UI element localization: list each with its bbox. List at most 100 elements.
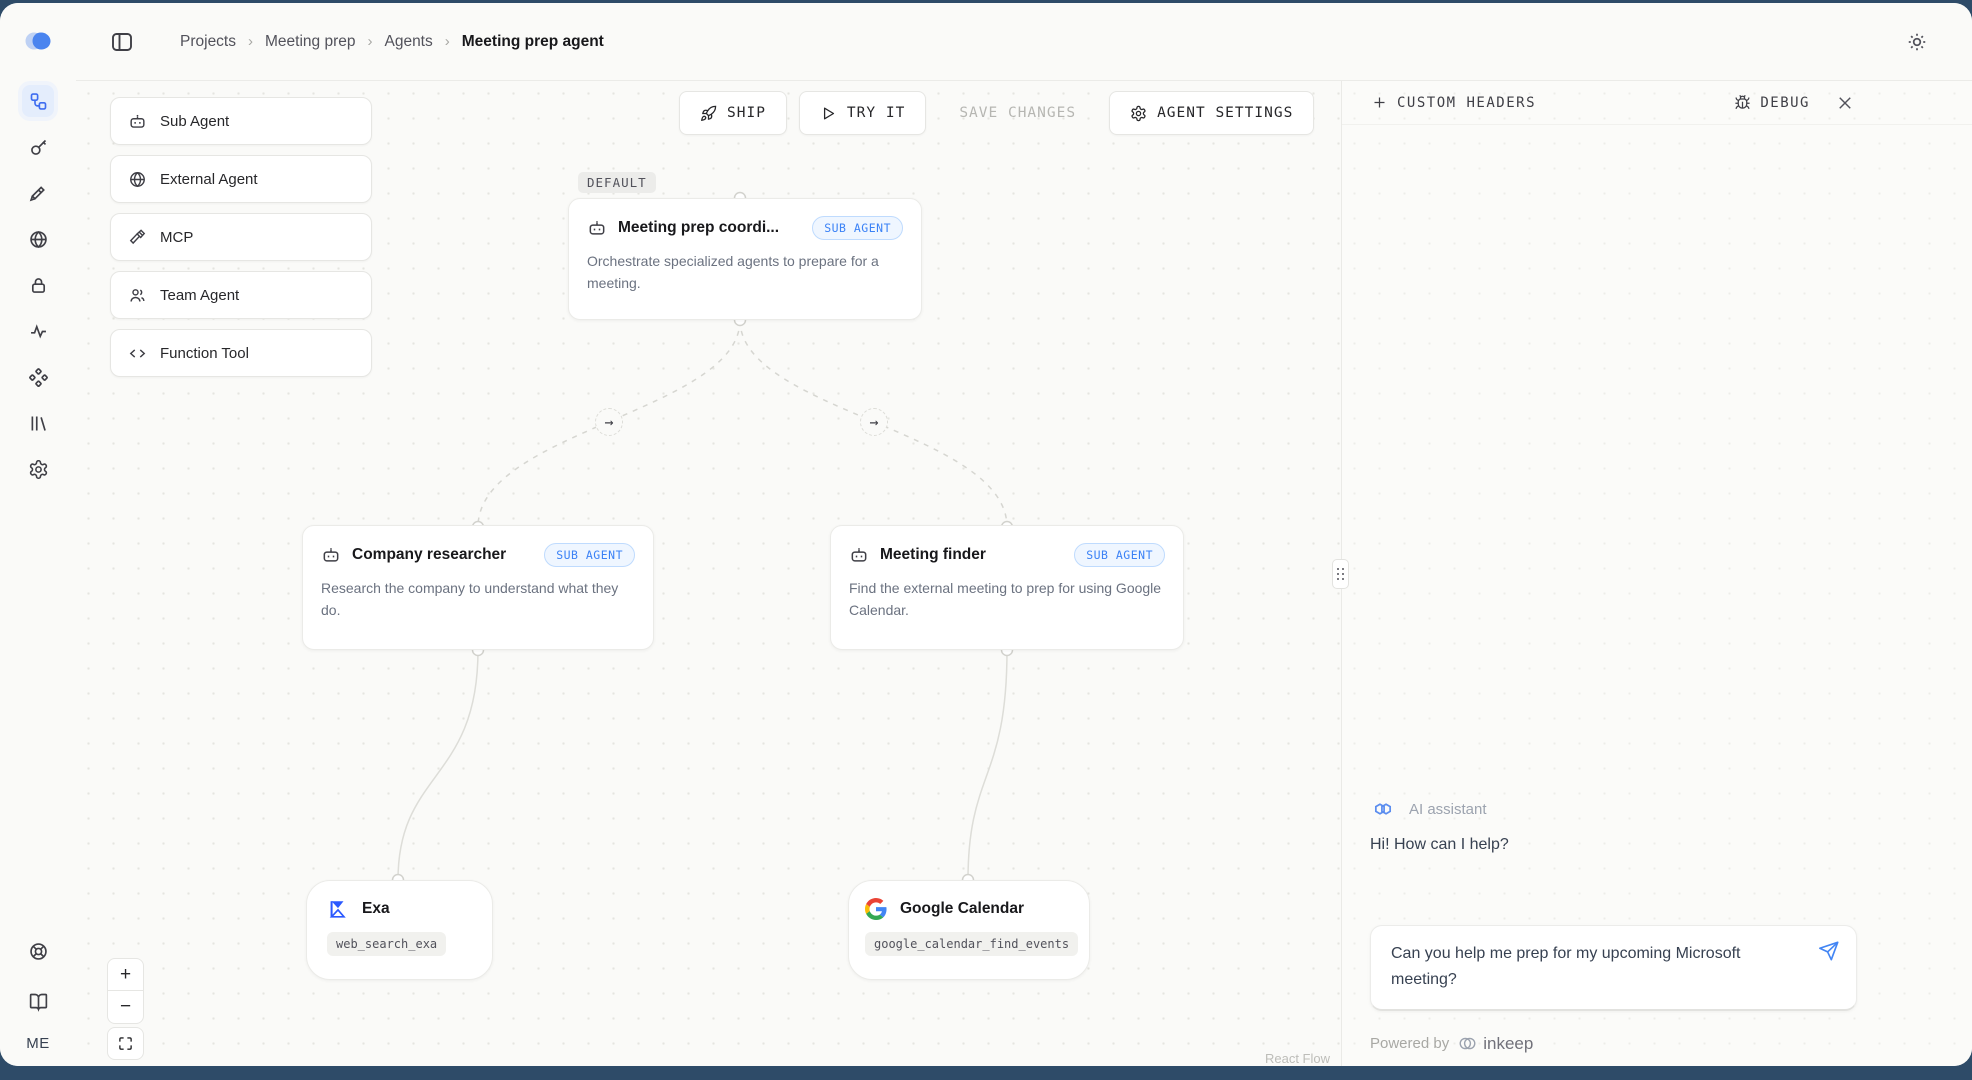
agent-settings-button[interactable]: AGENT SETTINGS: [1109, 91, 1314, 135]
try-it-label: TRY IT: [847, 105, 905, 121]
sidebar-nav: [22, 85, 54, 485]
bot-icon: [587, 218, 607, 238]
chat-panel: CUSTOM HEADERS DEBUG: [1341, 81, 1972, 1066]
sidebar-item-library[interactable]: [22, 407, 54, 439]
tool-name-chip: web_search_exa: [327, 932, 446, 956]
sidebar-item-external[interactable]: [22, 223, 54, 255]
bot-icon: [128, 112, 147, 131]
inkeep-logo: [21, 27, 57, 55]
components-icon: [28, 367, 49, 388]
node-title: Meeting prep coordi...: [618, 219, 801, 237]
sub-agent-badge: SUB AGENT: [544, 543, 635, 567]
react-flow-attribution[interactable]: React Flow: [1265, 1051, 1330, 1066]
breadcrumb-agents[interactable]: Agents: [384, 33, 432, 51]
chat-input-value[interactable]: Can you help me prep for my upcoming Mic…: [1391, 941, 1806, 994]
breadcrumb-project[interactable]: Meeting prep: [265, 33, 355, 51]
node-company-researcher[interactable]: Company researcher SUB AGENT Research th…: [302, 525, 654, 650]
assistant-greeting: Hi! How can I help?: [1370, 836, 1509, 854]
ship-label: SHIP: [727, 105, 766, 121]
save-changes-label: SAVE CHANGES: [959, 105, 1076, 121]
edge-arrow-icon: →: [860, 408, 888, 436]
sidebar-item-credentials[interactable]: [22, 177, 54, 209]
powered-by[interactable]: Powered by inkeep: [1370, 1033, 1533, 1054]
flow-canvas[interactable]: → → Sub Agent External Agent MCP: [76, 81, 1340, 1066]
debug-button[interactable]: DEBUG: [1734, 94, 1810, 111]
custom-headers-label: CUSTOM HEADERS: [1397, 95, 1536, 111]
edge-arrow-icon: →: [595, 408, 623, 436]
sidebar-item-components[interactable]: [22, 361, 54, 393]
palette-item-team-agent[interactable]: Team Agent: [110, 271, 372, 319]
chat-input[interactable]: Can you help me prep for my upcoming Mic…: [1370, 925, 1857, 1011]
breadcrumb-separator: ›: [248, 33, 253, 50]
library-icon: [28, 413, 49, 434]
tool-name-chip: google_calendar_find_events: [865, 932, 1078, 956]
node-meeting-prep-coordinator[interactable]: Meeting prep coordi... SUB AGENT Orchest…: [568, 198, 922, 320]
node-meeting-finder[interactable]: Meeting finder SUB AGENT Find the extern…: [830, 525, 1184, 650]
users-icon: [128, 286, 147, 305]
rocket-icon: [700, 105, 717, 122]
gear-icon: [1130, 105, 1147, 122]
sidebar-item-security[interactable]: [22, 269, 54, 301]
grip-dots-icon: [1337, 568, 1345, 581]
inkeep-assistant-icon: [1370, 796, 1396, 822]
breadcrumb-current: Meeting prep agent: [462, 33, 604, 51]
activity-icon: [28, 321, 49, 342]
default-chip: DEFAULT: [578, 172, 656, 193]
sidebar-item-settings[interactable]: [22, 453, 54, 485]
book-icon: [28, 991, 49, 1012]
save-changes-button[interactable]: SAVE CHANGES: [938, 91, 1097, 135]
palette-item-mcp[interactable]: MCP: [110, 213, 372, 261]
gear-icon: [28, 459, 49, 480]
node-description: Research the company to understand what …: [321, 578, 635, 621]
palette-item-label: Function Tool: [160, 345, 249, 362]
breadcrumb: Projects › Meeting prep › Agents › Meeti…: [180, 33, 604, 51]
bug-icon: [1734, 94, 1751, 111]
sidebar-item-activity[interactable]: [22, 315, 54, 347]
assistant-header: AI assistant: [1370, 796, 1487, 822]
canvas-toolbar: SHIP TRY IT SAVE CHANGES AGENT SETTINGS: [679, 91, 1314, 135]
tool-node-title: Exa: [362, 900, 390, 918]
breadcrumb-separator: ›: [445, 33, 450, 50]
tool-node-title: Google Calendar: [900, 900, 1024, 918]
palette-item-label: Sub Agent: [160, 113, 229, 130]
palette-item-function-tool[interactable]: Function Tool: [110, 329, 372, 377]
node-exa-tool[interactable]: Exa web_search_exa: [306, 880, 493, 980]
palette-item-label: Team Agent: [160, 287, 239, 304]
globe-icon: [128, 170, 147, 189]
node-description: Orchestrate specialized agents to prepar…: [587, 251, 903, 294]
google-logo-icon: [865, 898, 887, 920]
close-icon[interactable]: [1836, 94, 1854, 112]
palette-item-external-agent[interactable]: External Agent: [110, 155, 372, 203]
node-google-calendar-tool[interactable]: Google Calendar google_calendar_find_eve…: [848, 880, 1090, 980]
palette-item-sub-agent[interactable]: Sub Agent: [110, 97, 372, 145]
docs-button[interactable]: [22, 985, 54, 1017]
send-icon[interactable]: [1818, 940, 1840, 962]
node-title: Company researcher: [352, 546, 533, 564]
chat-panel-header: CUSTOM HEADERS DEBUG: [1342, 81, 1972, 125]
sidebar-item-api-keys[interactable]: [22, 131, 54, 163]
zoom-in-button[interactable]: +: [107, 958, 144, 991]
try-it-button[interactable]: TRY IT: [799, 91, 926, 135]
panel-resize-handle[interactable]: [1332, 559, 1349, 589]
top-header: Projects › Meeting prep › Agents › Meeti…: [76, 3, 1972, 81]
fit-view-button[interactable]: [107, 1027, 144, 1060]
sidebar-toggle-icon[interactable]: [110, 30, 134, 54]
node-description: Find the external meeting to prep for us…: [849, 578, 1165, 621]
bot-icon: [321, 545, 341, 565]
key-icon: [28, 137, 49, 158]
help-button[interactable]: [22, 935, 54, 967]
custom-headers-button[interactable]: CUSTOM HEADERS: [1372, 95, 1536, 111]
ship-button[interactable]: SHIP: [679, 91, 787, 135]
theme-toggle-sun-icon[interactable]: [1906, 31, 1928, 53]
bot-icon: [849, 545, 869, 565]
user-avatar[interactable]: ME: [26, 1035, 50, 1052]
sidebar-rail: ME: [0, 3, 76, 1066]
sidebar-item-graph[interactable]: [22, 85, 54, 117]
life-buoy-icon: [28, 941, 49, 962]
zoom-out-button[interactable]: −: [107, 991, 144, 1024]
node-title: Meeting finder: [880, 546, 1063, 564]
fullscreen-icon: [118, 1036, 133, 1051]
assistant-label: AI assistant: [1409, 801, 1487, 818]
graph-icon: [28, 91, 49, 112]
breadcrumb-projects[interactable]: Projects: [180, 33, 236, 51]
